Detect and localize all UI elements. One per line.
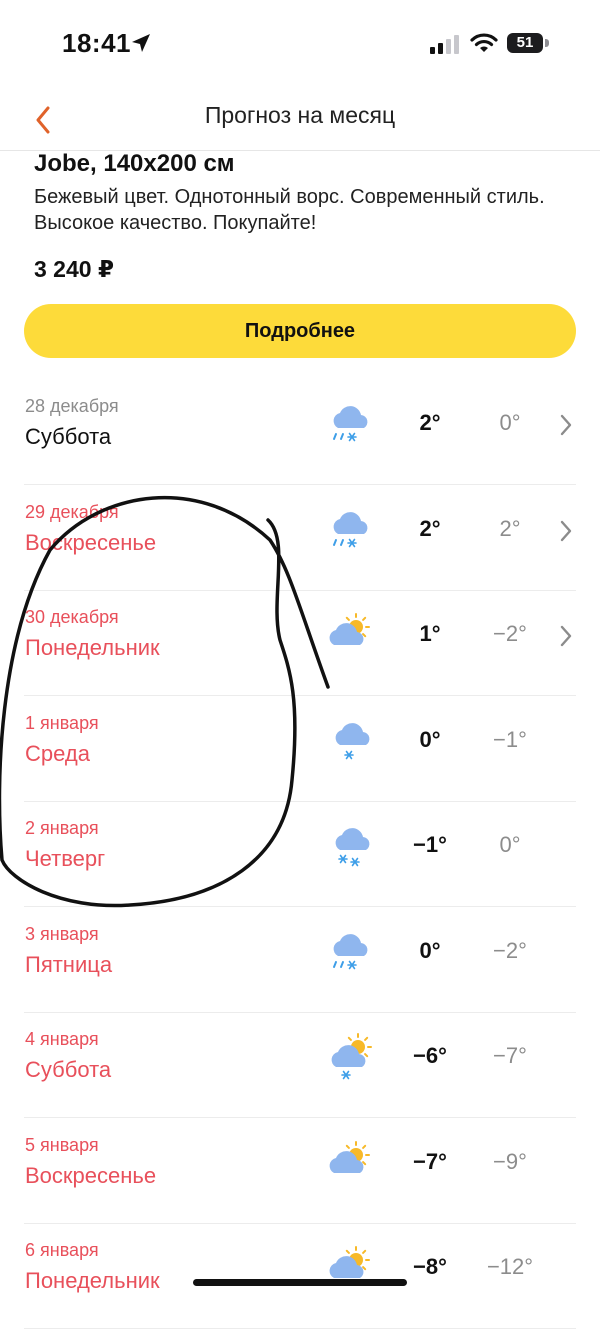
cloud-rain-snow-icon [333,511,368,547]
wifi-icon [470,33,498,52]
details-button[interactable]: Подробнее [24,304,576,358]
forecast-row[interactable]: 28 декабря Суббота 2° 0° [0,380,600,485]
battery-indicator: 51 [507,33,543,53]
forecast-weekday: Понедельник [25,635,160,660]
forecast-date: 4 января [25,1029,99,1049]
chevron-right-icon[interactable] [556,410,576,440]
cellular-signal-icon [430,35,459,54]
forecast-weekday: Суббота [25,1057,112,1082]
forecast-row: 4 января Суббота −6° −7° [0,1013,600,1118]
home-indicator [193,1279,407,1286]
forecast-date: 3 января [25,923,99,944]
forecast-weekday: Понедельник [25,1268,160,1293]
night-temperature: 0° [499,410,521,435]
forecast-row[interactable]: 29 декабря Воскресенье 2° 2° [0,486,600,591]
ad-title[interactable]: Jobe, 140x200 см [34,150,235,178]
partly-cloudy-icon [329,613,370,645]
day-temperature: 0° [419,726,441,752]
cloud-rain-snow-icon [333,933,368,969]
forecast-row: 3 января Пятница 0° −2° [0,908,600,1013]
night-temperature: −1° [493,726,527,752]
location-arrow-icon [132,34,150,52]
chevron-right-icon[interactable] [556,621,576,651]
night-temperature: −7° [493,1043,527,1068]
ad-banner: Jobe, 140x200 см Бежевый цвет. Однотонны… [0,150,600,380]
forecast-weekday: Суббота [25,424,112,449]
night-temperature: −2° [493,937,527,963]
forecast-row: 6 января Понедельник −8° −12° [0,1224,600,1329]
forecast-date: 29 декабря [25,501,119,522]
partly-cloudy-icon [329,1140,370,1173]
day-temperature: 2° [419,515,441,541]
forecast-row: 5 января Воскресенье −7° −9° [0,1119,600,1224]
forecast-row: 2 января Четверг −1° 0° [0,802,600,907]
partly-cloudy-icon [329,1246,370,1278]
day-temperature: 0° [419,937,441,963]
cloud-heavy-snow-icon [335,828,370,867]
night-temperature: −12° [486,1254,534,1279]
ad-price: 3 240 ₽ [34,256,114,282]
status-time: 18:41 [62,28,131,58]
forecast-row: 1 января Среда 0° −1° [0,697,600,802]
night-temperature: 2° [499,515,521,541]
forecast-weekday: Воскресенье [25,529,157,555]
night-temperature: 0° [499,832,521,857]
forecast-date: 1 января [25,712,99,733]
day-temperature: 1° [419,621,441,646]
nav-header: Прогноз на месяц [0,90,600,151]
forecast-weekday: Среда [25,740,90,766]
forecast-weekday: Воскресенье [25,1162,157,1188]
forecast-weekday: Пятница [25,951,113,977]
ad-description: Бежевый цвет. Однотонный ворс. Современн… [34,186,545,234]
forecast-date: 6 января [25,1240,99,1260]
cloud-rain-snow-icon [333,406,368,442]
day-temperature: −7° [413,1148,447,1174]
forecast-date: 5 января [25,1134,99,1155]
day-temperature: −8° [413,1254,447,1279]
day-temperature: −6° [413,1043,447,1068]
forecast-date: 28 декабря [25,396,119,416]
chevron-right-icon[interactable] [556,516,576,546]
forecast-row[interactable]: 30 декабря Понедельник 1° −2° [0,591,600,696]
day-temperature: −1° [413,832,447,857]
sun-cloud-snow-icon [331,1033,372,1080]
night-temperature: −9° [493,1148,527,1174]
forecast-date: 30 декабря [25,607,119,627]
forecast-date: 2 января [25,818,99,838]
status-bar: 18:41 51 [0,0,600,90]
day-temperature: 2° [419,410,441,435]
battery-tip [545,39,549,47]
forecast-weekday: Четверг [25,846,106,871]
night-temperature: −2° [493,621,527,646]
page-title: Прогноз на месяц [204,102,396,128]
cloud-snow-icon [335,722,370,759]
